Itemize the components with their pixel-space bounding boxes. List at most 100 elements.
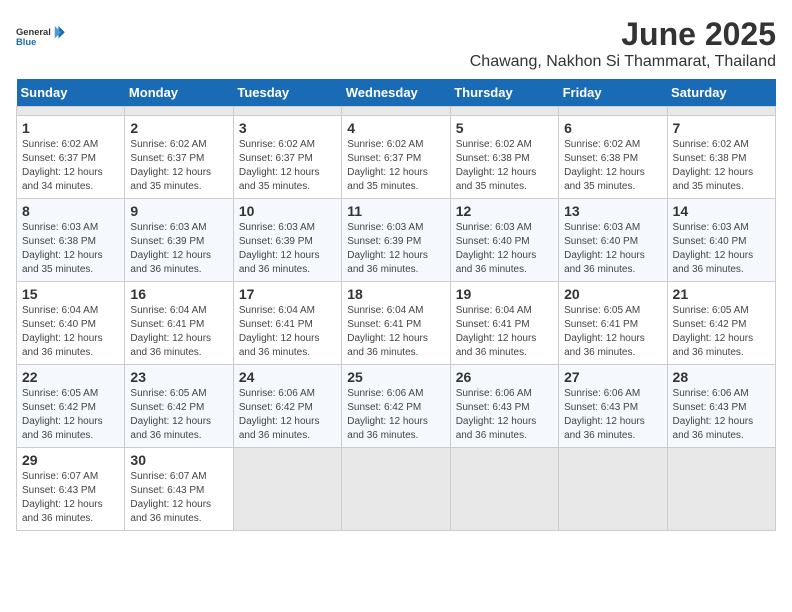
sunrise-label: Sunrise: 6:02 AM: [239, 139, 315, 150]
daylight-label: Daylight: 12 hours and 36 minutes.: [456, 250, 537, 275]
day-info: Sunrise: 6:03 AM Sunset: 6:40 PM Dayligh…: [456, 221, 553, 277]
daylight-label: Daylight: 12 hours and 36 minutes.: [456, 416, 537, 441]
table-row: 28 Sunrise: 6:06 AM Sunset: 6:43 PM Dayl…: [667, 365, 775, 448]
sunset-label: Sunset: 6:42 PM: [130, 402, 204, 413]
table-row: 8 Sunrise: 6:03 AM Sunset: 6:38 PM Dayli…: [17, 199, 125, 282]
day-number: 21: [673, 286, 770, 302]
daylight-label: Daylight: 12 hours and 34 minutes.: [22, 167, 103, 192]
svg-text:General: General: [16, 27, 51, 37]
sunset-label: Sunset: 6:40 PM: [673, 236, 747, 247]
day-info: Sunrise: 6:03 AM Sunset: 6:38 PM Dayligh…: [22, 221, 119, 277]
sunset-label: Sunset: 6:42 PM: [239, 402, 313, 413]
sunrise-label: Sunrise: 6:06 AM: [239, 388, 315, 399]
calendar-week-row: 8 Sunrise: 6:03 AM Sunset: 6:38 PM Dayli…: [17, 199, 776, 282]
day-number: 19: [456, 286, 553, 302]
daylight-label: Daylight: 12 hours and 36 minutes.: [673, 416, 754, 441]
day-info: Sunrise: 6:05 AM Sunset: 6:42 PM Dayligh…: [22, 387, 119, 443]
daylight-label: Daylight: 12 hours and 36 minutes.: [347, 416, 428, 441]
day-info: Sunrise: 6:04 AM Sunset: 6:41 PM Dayligh…: [456, 304, 553, 360]
day-number: 11: [347, 203, 444, 219]
day-info: Sunrise: 6:05 AM Sunset: 6:42 PM Dayligh…: [130, 387, 227, 443]
sunset-label: Sunset: 6:43 PM: [673, 402, 747, 413]
day-number: 17: [239, 286, 336, 302]
day-info: Sunrise: 6:02 AM Sunset: 6:38 PM Dayligh…: [673, 138, 770, 194]
sunrise-label: Sunrise: 6:04 AM: [456, 305, 532, 316]
day-info: Sunrise: 6:02 AM Sunset: 6:38 PM Dayligh…: [564, 138, 661, 194]
col-saturday: Saturday: [667, 79, 775, 107]
day-number: 15: [22, 286, 119, 302]
day-info: Sunrise: 6:03 AM Sunset: 6:39 PM Dayligh…: [239, 221, 336, 277]
day-number: 6: [564, 120, 661, 136]
sunrise-label: Sunrise: 6:03 AM: [564, 222, 640, 233]
table-row: [125, 107, 233, 116]
sunrise-label: Sunrise: 6:04 AM: [130, 305, 206, 316]
daylight-label: Daylight: 12 hours and 36 minutes.: [456, 333, 537, 358]
day-info: Sunrise: 6:06 AM Sunset: 6:43 PM Dayligh…: [673, 387, 770, 443]
location-title: Chawang, Nakhon Si Thammarat, Thailand: [470, 53, 776, 71]
daylight-label: Daylight: 12 hours and 36 minutes.: [673, 333, 754, 358]
day-number: 12: [456, 203, 553, 219]
day-info: Sunrise: 6:06 AM Sunset: 6:43 PM Dayligh…: [456, 387, 553, 443]
daylight-label: Daylight: 12 hours and 35 minutes.: [22, 250, 103, 275]
calendar-week-row: 29 Sunrise: 6:07 AM Sunset: 6:43 PM Dayl…: [17, 448, 776, 531]
sunset-label: Sunset: 6:39 PM: [347, 236, 421, 247]
day-info: Sunrise: 6:05 AM Sunset: 6:42 PM Dayligh…: [673, 304, 770, 360]
table-row: 10 Sunrise: 6:03 AM Sunset: 6:39 PM Dayl…: [233, 199, 341, 282]
logo: General Blue: [16, 16, 66, 56]
sunset-label: Sunset: 6:43 PM: [130, 485, 204, 496]
day-info: Sunrise: 6:02 AM Sunset: 6:37 PM Dayligh…: [130, 138, 227, 194]
table-row: 5 Sunrise: 6:02 AM Sunset: 6:38 PM Dayli…: [450, 116, 558, 199]
sunrise-label: Sunrise: 6:06 AM: [347, 388, 423, 399]
table-row: 11 Sunrise: 6:03 AM Sunset: 6:39 PM Dayl…: [342, 199, 450, 282]
daylight-label: Daylight: 12 hours and 35 minutes.: [673, 167, 754, 192]
sunset-label: Sunset: 6:42 PM: [347, 402, 421, 413]
sunrise-label: Sunrise: 6:02 AM: [456, 139, 532, 150]
sunset-label: Sunset: 6:37 PM: [239, 153, 313, 164]
col-tuesday: Tuesday: [233, 79, 341, 107]
sunset-label: Sunset: 6:37 PM: [130, 153, 204, 164]
sunset-label: Sunset: 6:42 PM: [22, 402, 96, 413]
title-area: June 2025 Chawang, Nakhon Si Thammarat, …: [470, 16, 776, 71]
sunrise-label: Sunrise: 6:03 AM: [22, 222, 98, 233]
sunrise-label: Sunrise: 6:05 AM: [22, 388, 98, 399]
day-number: 3: [239, 120, 336, 136]
table-row: [559, 448, 667, 531]
table-row: 14 Sunrise: 6:03 AM Sunset: 6:40 PM Dayl…: [667, 199, 775, 282]
daylight-label: Daylight: 12 hours and 35 minutes.: [456, 167, 537, 192]
table-row: 9 Sunrise: 6:03 AM Sunset: 6:39 PM Dayli…: [125, 199, 233, 282]
daylight-label: Daylight: 12 hours and 36 minutes.: [239, 416, 320, 441]
day-info: Sunrise: 6:03 AM Sunset: 6:40 PM Dayligh…: [673, 221, 770, 277]
col-sunday: Sunday: [17, 79, 125, 107]
sunrise-label: Sunrise: 6:06 AM: [456, 388, 532, 399]
calendar-week-row: 15 Sunrise: 6:04 AM Sunset: 6:40 PM Dayl…: [17, 282, 776, 365]
table-row: [233, 448, 341, 531]
sunset-label: Sunset: 6:38 PM: [456, 153, 530, 164]
sunset-label: Sunset: 6:40 PM: [564, 236, 638, 247]
table-row: [450, 107, 558, 116]
sunrise-label: Sunrise: 6:02 AM: [22, 139, 98, 150]
sunrise-label: Sunrise: 6:03 AM: [673, 222, 749, 233]
day-number: 24: [239, 369, 336, 385]
table-row: 30 Sunrise: 6:07 AM Sunset: 6:43 PM Dayl…: [125, 448, 233, 531]
sunrise-label: Sunrise: 6:05 AM: [130, 388, 206, 399]
table-row: [342, 448, 450, 531]
col-thursday: Thursday: [450, 79, 558, 107]
day-number: 13: [564, 203, 661, 219]
daylight-label: Daylight: 12 hours and 36 minutes.: [564, 416, 645, 441]
sunset-label: Sunset: 6:40 PM: [456, 236, 530, 247]
sunrise-label: Sunrise: 6:02 AM: [673, 139, 749, 150]
table-row: 6 Sunrise: 6:02 AM Sunset: 6:38 PM Dayli…: [559, 116, 667, 199]
daylight-label: Daylight: 12 hours and 35 minutes.: [564, 167, 645, 192]
daylight-label: Daylight: 12 hours and 35 minutes.: [347, 167, 428, 192]
calendar-table: Sunday Monday Tuesday Wednesday Thursday…: [16, 79, 776, 531]
daylight-label: Daylight: 12 hours and 36 minutes.: [22, 416, 103, 441]
daylight-label: Daylight: 12 hours and 36 minutes.: [347, 333, 428, 358]
col-wednesday: Wednesday: [342, 79, 450, 107]
daylight-label: Daylight: 12 hours and 36 minutes.: [673, 250, 754, 275]
col-friday: Friday: [559, 79, 667, 107]
table-row: 20 Sunrise: 6:05 AM Sunset: 6:41 PM Dayl…: [559, 282, 667, 365]
sunset-label: Sunset: 6:41 PM: [239, 319, 313, 330]
calendar-header-row: Sunday Monday Tuesday Wednesday Thursday…: [17, 79, 776, 107]
table-row: 27 Sunrise: 6:06 AM Sunset: 6:43 PM Dayl…: [559, 365, 667, 448]
page-header: General Blue June 2025 Chawang, Nakhon S…: [16, 16, 776, 71]
